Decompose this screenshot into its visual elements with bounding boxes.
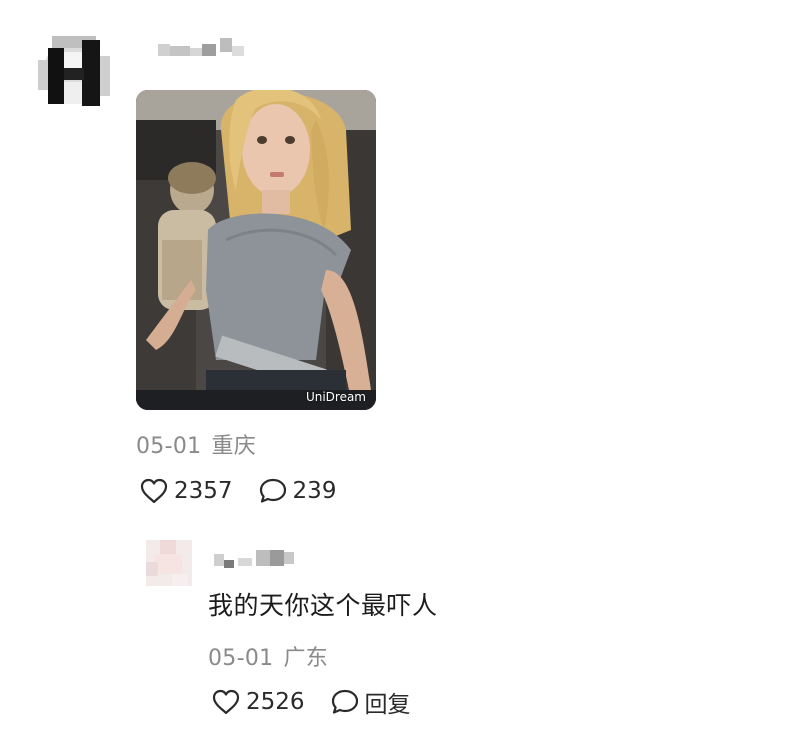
reply-actions: 2526 回复: [212, 685, 437, 719]
comment-count: 239: [292, 478, 337, 504]
post-date: 05-01: [136, 434, 202, 459]
like-button[interactable]: 2357: [140, 478, 233, 504]
username-pixelated[interactable]: [158, 36, 248, 62]
heart-outline-icon: [212, 689, 240, 715]
post-photo[interactable]: UniDream: [136, 90, 376, 410]
reply-like-button[interactable]: 2526: [212, 689, 305, 715]
reply-user-avatar-pixelated[interactable]: [146, 540, 192, 586]
reply-label: 回复: [364, 692, 411, 718]
speech-bubble-icon: [331, 689, 358, 714]
reply-date: 05-01: [208, 646, 274, 671]
post-location: 重庆: [211, 434, 257, 459]
reply-meta: 05-01 广东: [208, 640, 338, 672]
speech-bubble-icon: [259, 478, 286, 503]
photo-watermark: UniDream: [305, 390, 366, 404]
reply-location: 广东: [283, 646, 329, 671]
post-actions: 2357 239: [140, 474, 362, 508]
comment-button[interactable]: 239: [259, 478, 337, 504]
reply-username-pixelated[interactable]: [214, 548, 296, 570]
photo-illustration: [136, 90, 376, 410]
user-avatar-pixelated[interactable]: [34, 30, 114, 110]
reply-text: 我的天你这个最吓人: [208, 591, 438, 620]
reply-like-count: 2526: [246, 689, 305, 715]
like-count: 2357: [174, 478, 233, 504]
reply-reply-button[interactable]: 回复: [331, 685, 411, 719]
heart-outline-icon: [140, 478, 168, 504]
post-meta: 05-01 重庆: [136, 428, 266, 460]
